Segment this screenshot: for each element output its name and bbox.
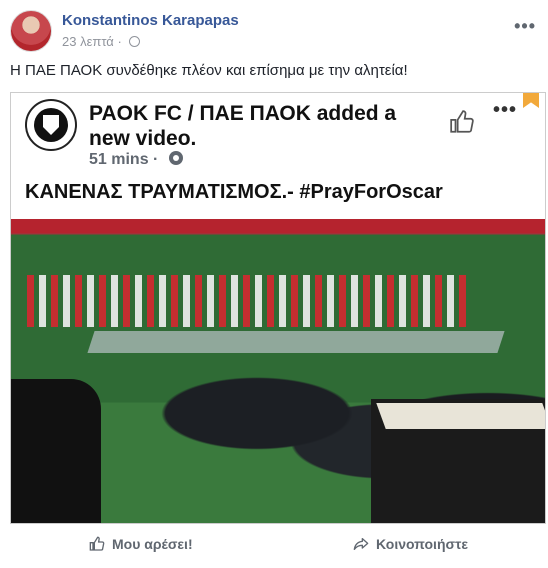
- share-button[interactable]: Κοινοποιήστε: [352, 536, 468, 552]
- shared-post-title: PAOK FC / ΠΑΕ ΠΑΟΚ added a new video.: [89, 101, 429, 151]
- post-timestamp[interactable]: 23 λεπτά: [62, 34, 114, 49]
- post-meta: 23 λεπτά ·: [62, 34, 141, 49]
- video-player[interactable]: [11, 219, 545, 523]
- post-actions: Μου αρέσει! Κοινοποιήστε: [10, 528, 546, 562]
- thumbs-up-icon: [89, 536, 105, 551]
- like-button[interactable]: Μου αρέσει!: [88, 536, 193, 552]
- post-text: Η ΠΑΕ ΠΑΟΚ συνδέθηκε πλέον και επίσημα μ…: [10, 62, 408, 79]
- stadium-stands: [11, 219, 545, 233]
- gear-icon: [168, 151, 183, 165]
- shared-page-name[interactable]: PAOK FC / ΠΑΕ ΠΑΟΚ: [89, 102, 311, 125]
- video-caption: ΚΑΝΕΝΑΣ ΤΡΑΥΜΑΤΙΣΜΟΣ.- #PrayForOscar: [25, 181, 443, 203]
- bookmark-icon[interactable]: [523, 93, 539, 108]
- globe-icon: [129, 36, 141, 47]
- author-avatar[interactable]: [10, 10, 52, 52]
- paok-logo[interactable]: [25, 99, 77, 151]
- more-options-icon[interactable]: •••: [514, 16, 536, 37]
- share-arrow-icon: [353, 538, 369, 550]
- team-bench: [11, 379, 101, 523]
- post-header: Konstantinos Karapapas 23 λεπτά · •••: [10, 10, 538, 54]
- shared-meta: 51 mins ·: [89, 151, 183, 169]
- like-label: Μου αρέσει!: [112, 536, 193, 552]
- shared-more-options-icon[interactable]: •••: [493, 99, 517, 122]
- shared-post: PAOK FC / ΠΑΕ ΠΑΟΚ added a new video. 51…: [10, 92, 546, 524]
- thumbs-up-icon[interactable]: [449, 109, 475, 135]
- share-label: Κοινοποιήστε: [376, 536, 468, 552]
- dugout-canopy: [376, 403, 545, 429]
- author-name[interactable]: Konstantinos Karapapas: [62, 12, 239, 29]
- shared-timestamp[interactable]: 51 mins: [89, 151, 149, 168]
- players-lineup: [27, 275, 467, 327]
